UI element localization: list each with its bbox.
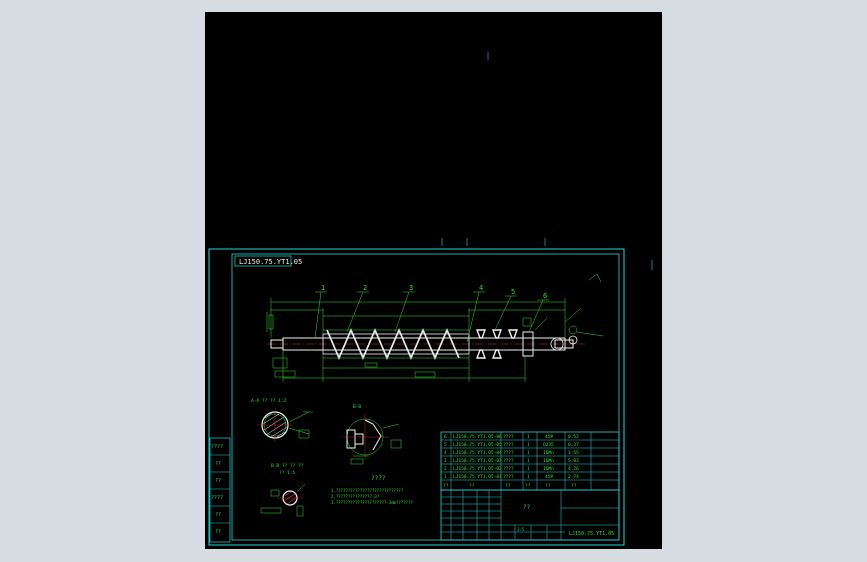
balloon-5: 5: [511, 288, 515, 296]
bom-row-6-no: 6: [444, 434, 447, 440]
screw-shaft-main-view: [266, 273, 604, 382]
bom-row-1-qty: 1: [527, 474, 530, 480]
bom-row-5-qty: 1: [527, 442, 530, 448]
section-a-a-title: A-A ?? ?? 1:2: [251, 398, 287, 404]
tech-req-line-1: 1.????????????????????????????: [331, 488, 404, 493]
tech-req-line-3: 3.?????????????????????-3mm???????: [331, 500, 413, 505]
bom-header-no: ??: [443, 483, 449, 489]
bom-row-5-no: 5: [444, 442, 447, 448]
balloon-1: 1: [321, 284, 325, 292]
bom-row-3-name: ????: [503, 458, 514, 464]
sheet-outer-frame: [208, 248, 625, 546]
detail-subtitle: ?? 1:5: [279, 470, 296, 476]
bom-row-3-code: LJ150.75.YT1.05-03: [453, 458, 502, 464]
bom-row-5: 5 LJ150.75.YT1.05-05 ???? 1 Q235 0.37: [444, 442, 579, 448]
bom-row-6-code: LJ150.75.YT1.05-06: [453, 434, 502, 440]
bom-header-qty: ??: [525, 483, 531, 489]
cad-drawing-canvas[interactable]: LJ150.75.YT1.05 ???? ?? ?? ???? ?? ?? 1 …: [205, 12, 662, 549]
bom-row-4-weight: 1.55: [568, 450, 579, 456]
bom-header-code: ??: [469, 483, 475, 489]
section-a-a-view: A-A ?? ?? 1:2: [251, 398, 313, 442]
tech-req-heading: ????: [371, 475, 386, 482]
bom-row-4-qty: 1: [527, 450, 530, 456]
title-block: ?? 1:5 LJ150.75.YT1.05: [440, 489, 620, 541]
bom-row-6-material: 45#: [545, 434, 553, 440]
bom-row-2-no: 2: [444, 466, 447, 472]
bom-row-1-no: 1: [444, 474, 447, 480]
bom-row-6: 6 LJ150.75.YT1.05-06 ???? 1 45# 0.52: [444, 434, 579, 440]
bom-row-4: 4 LJ150.75.YT1.05-04 ???? 1 16Mn 1.55: [444, 450, 579, 456]
bom-row-2-weight: 4.26: [568, 466, 579, 472]
bom-row-2-material: 16Mn: [543, 466, 554, 472]
bom-row-6-qty: 1: [527, 434, 530, 440]
bom-row-4-name: ????: [503, 450, 514, 456]
detail-title: B-B ?? ?? ??: [271, 463, 304, 469]
left-strip-cell-3: ????: [211, 495, 223, 501]
bom-row-1-weight: 2.74: [568, 474, 579, 480]
bom-row-1: 1 LJ150.75.YT1.05-01 ???? 1 45# 2.74: [444, 474, 579, 480]
title-block-name: ??: [523, 504, 531, 511]
bom-row-2-code: LJ150.75.YT1.05-02: [453, 466, 502, 472]
bom-row-2-qty: 1: [527, 466, 530, 472]
bom-row-2-name: ????: [503, 466, 514, 472]
bom-row-5-name: ????: [503, 442, 514, 448]
bom-row-1-material: 45#: [545, 474, 553, 480]
drawing-viewport[interactable]: LJ150.75.YT1.05 ???? ?? ?? ???? ?? ?? 1 …: [205, 12, 662, 549]
balloon-3: 3: [409, 284, 413, 292]
drawing-number-label: LJ150.75.YT1.05: [239, 258, 302, 266]
bom-row-5-weight: 0.37: [568, 442, 579, 448]
tech-req-line-2: 2.???????????????-3?: [331, 494, 380, 499]
bom-row-3: 3 LJ150.75.YT1.05-03 ???? 1 16Mn 5.83: [444, 458, 579, 464]
bom-row-3-qty: 1: [527, 458, 530, 464]
left-strip-cell-5: ??: [215, 529, 221, 535]
bom-row-2: 2 LJ150.75.YT1.05-02 ???? 1 16Mn 4.26: [444, 466, 579, 472]
bom-row-3-material: 16Mn: [543, 458, 554, 464]
bom-row-6-weight: 0.52: [568, 434, 579, 440]
detail-view: B-B ?? ?? ?? ?? 1:5: [260, 463, 306, 517]
bom-row-4-code: LJ150.75.YT1.05-04: [453, 450, 502, 456]
technical-requirements: ???? 1.???????????????????????????? 2.??…: [331, 475, 413, 505]
bom-header-name: ??: [505, 483, 511, 489]
bom-row-5-code: LJ150.75.YT1.05-05: [453, 442, 502, 448]
bom-row-1-name: ????: [503, 474, 514, 480]
left-strip: ???? ?? ?? ???? ?? ??: [209, 437, 231, 543]
title-block-scale: 1:5: [517, 527, 525, 532]
title-block-drawing-number: LJ150.75.YT1.05: [569, 531, 614, 537]
stray-marks: [441, 52, 653, 270]
section-b-b-view: B-B: [343, 404, 402, 465]
bom-row-1-code: LJ150.75.YT1.05-01: [453, 474, 502, 480]
left-strip-cell-0: ????: [211, 444, 223, 450]
bom-row-5-material: Q235: [543, 442, 554, 448]
balloon-leaders: [314, 291, 549, 343]
balloon-4: 4: [479, 284, 483, 292]
left-strip-cell-1: ??: [215, 461, 221, 467]
bom-row-3-weight: 5.83: [568, 458, 579, 464]
bom-header-weight: ??: [571, 483, 577, 489]
bom-row-6-name: ????: [503, 434, 514, 440]
bom-header-row: ?? ?? ?? ?? ?? ??: [443, 483, 577, 489]
bom-header-material: ??: [545, 483, 551, 489]
left-strip-cell-2: ??: [215, 478, 221, 484]
bom-row-3-no: 3: [444, 458, 447, 464]
bom-row-4-no: 4: [444, 450, 447, 456]
bom-row-4-material: 16Mn: [543, 450, 554, 456]
balloon-2: 2: [363, 284, 367, 292]
section-b-b-title: B-B: [353, 404, 361, 410]
balloon-6: 6: [543, 292, 547, 300]
left-strip-cell-4: ??: [215, 512, 221, 518]
